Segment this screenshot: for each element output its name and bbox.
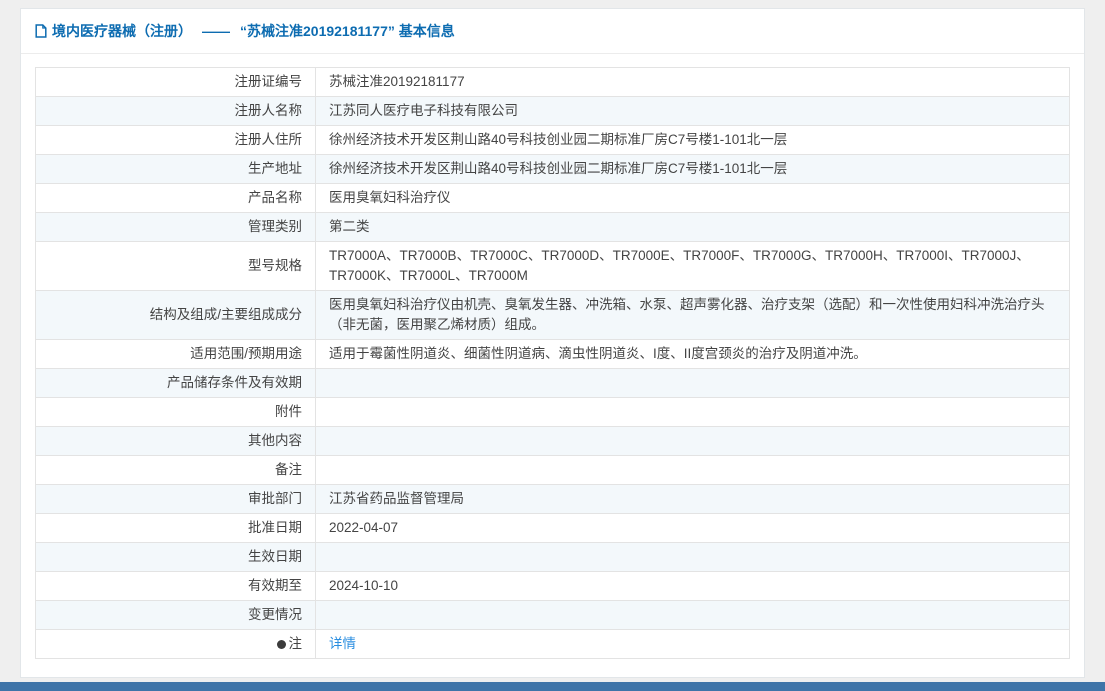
row-value: 第二类 [316,213,1069,241]
row-label: 注册人住所 [36,126,316,154]
row-value: 徐州经济技术开发区荆山路40号科技创业园二期标准厂房C7号楼1-101北一层 [316,126,1069,154]
row-value [316,601,1069,629]
table-row: 附件 [36,398,1069,427]
table-row: 其他内容 [36,427,1069,456]
row-value [316,543,1069,571]
title-separator: —— [202,23,230,39]
row-label: 适用范围/预期用途 [36,340,316,368]
registration-info-card: 境内医疗器械（注册） —— “苏械注准20192181177” 基本信息 注册证… [20,8,1085,678]
row-value: 医用臭氧妇科治疗仪 [316,184,1069,212]
table-row: 备注 [36,456,1069,485]
row-value: 徐州经济技术开发区荆山路40号科技创业园二期标准厂房C7号楼1-101北一层 [316,155,1069,183]
row-label: 注册人名称 [36,97,316,125]
row-label: 结构及组成/主要组成成分 [36,291,316,339]
row-label: 产品名称 [36,184,316,212]
row-value [316,398,1069,426]
table-row: 注册证编号苏械注准20192181177 [36,68,1069,97]
info-table: 注册证编号苏械注准20192181177注册人名称江苏同人医疗电子科技有限公司注… [35,67,1070,659]
row-label: 备注 [36,456,316,484]
table-row: 注册人住所徐州经济技术开发区荆山路40号科技创业园二期标准厂房C7号楼1-101… [36,126,1069,155]
page-title: 境内医疗器械（注册） —— “苏械注准20192181177” 基本信息 [21,9,1084,54]
row-value: TR7000A、TR7000B、TR7000C、TR7000D、TR7000E、… [316,242,1069,290]
row-label: 生效日期 [36,543,316,571]
row-value: 2024-10-10 [316,572,1069,600]
category-label: 境内医疗器械（注册） [52,21,192,41]
table-row: 适用范围/预期用途适用于霉菌性阴道炎、细菌性阴道病、滴虫性阴道炎、I度、II度宫… [36,340,1069,369]
row-label: 有效期至 [36,572,316,600]
table-row: 注册人名称江苏同人医疗电子科技有限公司 [36,97,1069,126]
table-row: 产品储存条件及有效期 [36,369,1069,398]
row-value: 江苏同人医疗电子科技有限公司 [316,97,1069,125]
table-row: 有效期至2024-10-10 [36,572,1069,601]
row-label: 管理类别 [36,213,316,241]
row-value: 适用于霉菌性阴道炎、细菌性阴道病、滴虫性阴道炎、I度、II度宫颈炎的治疗及阴道冲… [316,340,1069,368]
row-label: 批准日期 [36,514,316,542]
table-row: 批准日期2022-04-07 [36,514,1069,543]
row-value [316,456,1069,484]
row-label: 其他内容 [36,427,316,455]
row-label: 附件 [36,398,316,426]
table-row: 生效日期 [36,543,1069,572]
table-row: 生产地址徐州经济技术开发区荆山路40号科技创业园二期标准厂房C7号楼1-101北… [36,155,1069,184]
row-value: 2022-04-07 [316,514,1069,542]
row-value [316,427,1069,455]
row-value: 江苏省药品监督管理局 [316,485,1069,513]
row-value [316,369,1069,397]
table-row: 注详情 [36,630,1069,659]
detail-link[interactable]: 详情 [329,634,356,654]
document-icon [35,24,47,38]
row-label: 生产地址 [36,155,316,183]
record-title: “苏械注准20192181177” 基本信息 [240,21,455,41]
row-value: 详情 [316,630,1069,658]
row-label: 注册证编号 [36,68,316,96]
table-row: 产品名称医用臭氧妇科治疗仪 [36,184,1069,213]
row-value: 医用臭氧妇科治疗仪由机壳、臭氧发生器、冲洗箱、水泵、超声雾化器、治疗支架（选配）… [316,291,1069,339]
row-label: 产品储存条件及有效期 [36,369,316,397]
row-label: 审批部门 [36,485,316,513]
table-row: 结构及组成/主要组成成分医用臭氧妇科治疗仪由机壳、臭氧发生器、冲洗箱、水泵、超声… [36,291,1069,340]
note-dot-icon [277,640,286,649]
table-row: 型号规格TR7000A、TR7000B、TR7000C、TR7000D、TR70… [36,242,1069,291]
row-label: 注 [36,630,316,658]
row-value: 苏械注准20192181177 [316,68,1069,96]
row-label: 型号规格 [36,242,316,290]
table-row: 审批部门江苏省药品监督管理局 [36,485,1069,514]
row-label: 变更情况 [36,601,316,629]
table-row: 管理类别第二类 [36,213,1069,242]
footer-bar [0,682,1105,691]
table-row: 变更情况 [36,601,1069,630]
